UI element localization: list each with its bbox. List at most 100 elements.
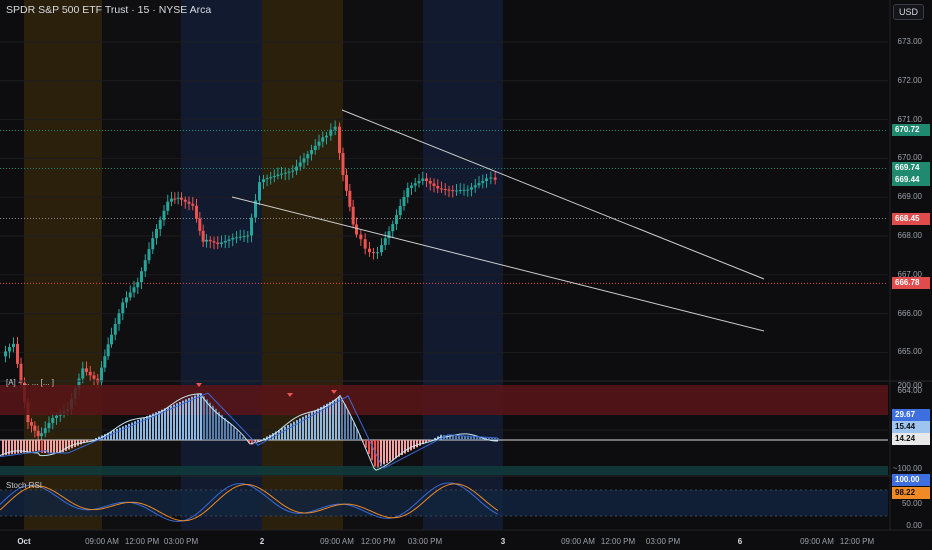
- macd-histogram-bar: [392, 440, 394, 460]
- macd-histogram-bar: [395, 440, 397, 459]
- macd-histogram-bar: [389, 440, 391, 462]
- candle-body: [398, 206, 402, 216]
- time-tick: Oct: [17, 537, 31, 546]
- candle-body: [489, 177, 493, 179]
- time-tick: 03:00 PM: [645, 537, 681, 546]
- candle-body: [298, 162, 302, 167]
- time-tick: 09:00 AM: [85, 537, 119, 546]
- candle-body: [447, 189, 451, 191]
- macd-histogram-bar: [161, 409, 163, 440]
- macd-histogram-bar: [386, 440, 388, 463]
- macd-histogram-bar: [491, 438, 493, 440]
- macd-histogram-bar: [206, 399, 208, 440]
- candle-body: [310, 150, 313, 155]
- candle-body: [103, 356, 107, 368]
- candle-body: [473, 185, 477, 188]
- candle-body: [242, 236, 246, 238]
- time-tick: 09:00 AM: [320, 537, 354, 546]
- candle-body: [363, 239, 367, 249]
- candle-body: [321, 137, 325, 142]
- overbought-zone: [0, 385, 888, 415]
- macd-histogram-bar: [368, 440, 370, 455]
- candle-body: [110, 334, 113, 345]
- candle-body: [162, 210, 166, 220]
- candle-body: [348, 190, 352, 207]
- macd-histogram-bar: [122, 426, 124, 440]
- macd-histogram-bar: [467, 436, 469, 440]
- candle-body: [376, 252, 379, 254]
- macd-histogram-bar: [455, 435, 457, 440]
- candle-body: [81, 368, 85, 379]
- candle-body: [223, 240, 227, 243]
- macd-histogram-bar: [2, 440, 4, 456]
- price-badge: 666.78: [892, 277, 930, 290]
- time-tick: 2: [259, 537, 265, 546]
- macd-histogram-bar: [167, 407, 169, 440]
- candle-body: [246, 235, 250, 237]
- candle-body: [493, 177, 497, 180]
- macd-histogram-bar: [173, 404, 175, 440]
- time-tick: 6: [737, 537, 743, 546]
- candle-body: [302, 158, 306, 163]
- candle-body: [51, 417, 55, 424]
- macd-histogram-bar: [170, 405, 172, 440]
- currency-button[interactable]: USD: [892, 4, 924, 20]
- price-badge: 669.44: [892, 174, 930, 187]
- session-band: [262, 0, 343, 530]
- candle-body: [40, 433, 43, 437]
- time-tick: 3: [500, 537, 506, 546]
- price-chart[interactable]: [0, 0, 932, 550]
- macd-histogram-bar: [71, 440, 73, 449]
- candle-body: [413, 183, 417, 186]
- macd-histogram-bar: [410, 440, 412, 451]
- candle-body: [201, 230, 205, 242]
- candle-body: [462, 189, 466, 191]
- candle-body: [176, 197, 180, 199]
- macd-histogram-bar: [119, 427, 121, 440]
- candle-body: [4, 351, 7, 357]
- candle-body: [287, 171, 291, 173]
- macd-histogram-bar: [29, 440, 31, 452]
- candle-body: [147, 249, 151, 261]
- candle-body: [180, 197, 183, 200]
- candle-body: [8, 347, 11, 352]
- candle-body: [238, 236, 242, 238]
- macd-histogram-bar: [332, 400, 334, 440]
- candle-body: [481, 181, 485, 184]
- macd-histogram-bar: [14, 440, 16, 454]
- candle-body: [155, 229, 158, 239]
- macd-histogram-bar: [473, 436, 475, 440]
- candle-body: [265, 178, 269, 180]
- price-tick: 668.00: [897, 231, 922, 240]
- candle-body: [170, 198, 173, 202]
- candle-body: [12, 343, 15, 348]
- macd-histogram-bar: [182, 400, 184, 440]
- time-tick: 12:00 PM: [360, 537, 396, 546]
- candle-body: [291, 170, 295, 172]
- macd-histogram-bar: [452, 435, 454, 440]
- candle-body: [345, 175, 348, 191]
- candle-body: [128, 292, 132, 298]
- candle-body: [88, 371, 92, 376]
- macd-tick-neg100: ~100.00: [892, 464, 922, 473]
- candle-body: [36, 430, 40, 437]
- stoch-badge-k: 100.00: [892, 474, 930, 486]
- macd-histogram-bar: [377, 440, 379, 468]
- candle-body: [406, 187, 410, 197]
- price-tick: 671.00: [897, 114, 922, 124]
- candle-body: [208, 239, 212, 242]
- candle-body: [470, 187, 473, 190]
- macd-histogram-bar: [56, 440, 58, 453]
- macd-histogram-bar: [476, 437, 478, 440]
- candle-body: [132, 287, 136, 293]
- time-tick: 03:00 PM: [163, 537, 199, 546]
- candle-body: [329, 129, 333, 136]
- candle-body: [402, 196, 406, 207]
- candle-body: [85, 368, 88, 372]
- macd-histogram-bar: [26, 440, 28, 453]
- candle-body: [205, 239, 208, 242]
- candle-body: [212, 241, 216, 243]
- macd-histogram-bar: [113, 430, 115, 440]
- candle-body: [258, 182, 261, 201]
- macd-histogram-bar: [431, 439, 433, 440]
